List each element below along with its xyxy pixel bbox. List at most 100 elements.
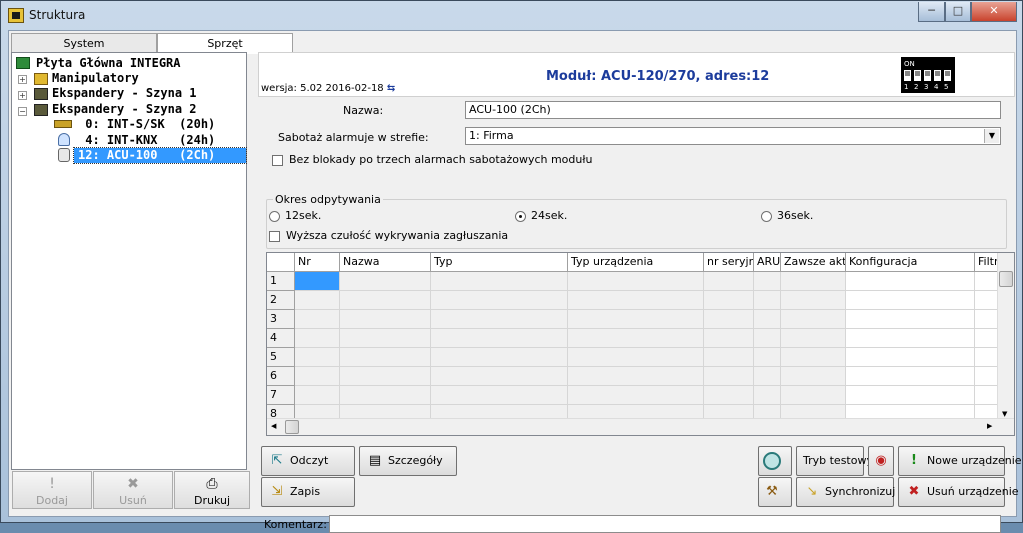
table-cell[interactable]: [975, 367, 999, 386]
table-cell[interactable]: [781, 310, 846, 329]
radio-selected[interactable]: [515, 210, 526, 222]
column-header[interactable]: Zawsze akt.: [781, 253, 846, 272]
table-cell[interactable]: [295, 367, 340, 386]
table-cell[interactable]: [975, 348, 999, 367]
horizontal-scrollbar[interactable]: ◀ ▶: [267, 418, 1014, 435]
table-cell[interactable]: [846, 386, 975, 405]
table-cell[interactable]: [431, 291, 568, 310]
structure-tree[interactable]: Płyta Główna INTEGRA + Manipulatory + Ek…: [11, 52, 247, 470]
table-cell[interactable]: [704, 367, 754, 386]
scroll-left-icon[interactable]: ◀: [271, 422, 276, 430]
table-cell[interactable]: [704, 348, 754, 367]
table-cell[interactable]: [975, 386, 999, 405]
column-header[interactable]: Filtr: [975, 253, 999, 272]
table-cell[interactable]: [568, 386, 704, 405]
table-cell[interactable]: [781, 386, 846, 405]
table-cell[interactable]: [781, 291, 846, 310]
table-cell[interactable]: [568, 272, 704, 291]
tree-item-bus1[interactable]: Ekspandery - Szyna 1: [52, 86, 197, 101]
table-cell[interactable]: [846, 291, 975, 310]
table-cell[interactable]: [754, 386, 781, 405]
table-cell[interactable]: [340, 329, 431, 348]
table-cell[interactable]: [754, 272, 781, 291]
tree-item-acu100[interactable]: 12: ACU-100 (2Ch): [73, 147, 247, 164]
radio[interactable]: [761, 210, 772, 222]
row-header[interactable]: 2: [267, 291, 295, 310]
table-cell[interactable]: [975, 272, 999, 291]
name-input[interactable]: ACU-100 (2Ch): [465, 101, 1001, 119]
table-cell[interactable]: [431, 329, 568, 348]
tab-hardware[interactable]: Sprzęt: [157, 33, 293, 54]
table-cell[interactable]: [846, 310, 975, 329]
table-cell[interactable]: [846, 329, 975, 348]
radio[interactable]: [269, 210, 280, 222]
table-cell[interactable]: [568, 291, 704, 310]
table-cell[interactable]: [754, 329, 781, 348]
table-cell[interactable]: [295, 272, 340, 291]
table-cell[interactable]: [431, 367, 568, 386]
expand-icon[interactable]: +: [18, 75, 27, 84]
table-cell[interactable]: [846, 367, 975, 386]
expand-icon[interactable]: +: [18, 91, 27, 100]
column-header[interactable]: nr seryjny: [704, 253, 754, 272]
signal-button[interactable]: ◉: [868, 446, 894, 476]
table-cell[interactable]: [431, 272, 568, 291]
table-cell[interactable]: [704, 386, 754, 405]
table-cell[interactable]: [431, 386, 568, 405]
write-button[interactable]: ⇲ Zapis: [261, 477, 355, 507]
remove-device-button[interactable]: ✖ Usuń urządzenie: [898, 477, 1019, 507]
comment-input[interactable]: [329, 515, 1001, 533]
tree-item-keypads[interactable]: Manipulatory: [52, 71, 139, 86]
close-button[interactable]: ✕: [971, 2, 1017, 22]
table-cell[interactable]: [568, 310, 704, 329]
collapse-icon[interactable]: −: [18, 107, 27, 116]
column-header[interactable]: Nazwa: [340, 253, 431, 272]
no-block-checkbox[interactable]: Bez blokady po trzech alarmach sabotażow…: [272, 153, 592, 166]
table-cell[interactable]: [340, 310, 431, 329]
tree-item-int-s[interactable]: 0: INT-S/SK (20h): [78, 117, 215, 132]
add-button[interactable]: ! Dodaj: [12, 471, 92, 509]
poll-option-12[interactable]: 12sek.: [269, 209, 321, 222]
scroll-thumb[interactable]: [285, 420, 299, 434]
table-cell[interactable]: [975, 310, 999, 329]
tree-root[interactable]: Płyta Główna INTEGRA: [36, 56, 181, 71]
row-header[interactable]: 1: [267, 272, 295, 291]
row-header[interactable]: 6: [267, 367, 295, 386]
table-cell[interactable]: [295, 291, 340, 310]
scroll-thumb[interactable]: [999, 271, 1013, 287]
table-cell[interactable]: [568, 348, 704, 367]
table-cell[interactable]: [295, 386, 340, 405]
table-cell[interactable]: [781, 367, 846, 386]
table-cell[interactable]: [704, 272, 754, 291]
vertical-scrollbar[interactable]: ▼: [997, 253, 1014, 419]
table-cell[interactable]: [975, 291, 999, 310]
dropdown-arrow-icon[interactable]: ▼: [984, 129, 999, 143]
tree-item-int-knx[interactable]: 4: INT-KNX (24h): [78, 133, 215, 148]
tools-button[interactable]: ⚒: [758, 477, 792, 507]
table-cell[interactable]: [568, 367, 704, 386]
table-cell[interactable]: [431, 348, 568, 367]
tree-item-bus2[interactable]: Ekspandery - Szyna 2: [52, 102, 197, 117]
remove-button[interactable]: ✖ Usuń: [93, 471, 173, 509]
table-cell[interactable]: [340, 291, 431, 310]
new-device-button[interactable]: ! Nowe urządzenie: [898, 446, 1022, 476]
table-cell[interactable]: [295, 348, 340, 367]
details-button[interactable]: ▤ Szczegóły: [359, 446, 457, 476]
table-cell[interactable]: [340, 367, 431, 386]
row-header[interactable]: 5: [267, 348, 295, 367]
test-mode-button[interactable]: Tryb testowy: [796, 446, 873, 476]
table-cell[interactable]: [340, 386, 431, 405]
tab-system[interactable]: System: [11, 33, 157, 53]
maximize-button[interactable]: □: [945, 2, 971, 22]
print-button[interactable]: ⎙ Drukuj: [174, 471, 250, 509]
table-cell[interactable]: [568, 329, 704, 348]
column-header[interactable]: Typ: [431, 253, 568, 272]
table-cell[interactable]: [846, 348, 975, 367]
table-cell[interactable]: [704, 291, 754, 310]
devices-table[interactable]: Nr Nazwa Typ Typ urządzenia nr seryjny A…: [266, 252, 1015, 436]
table-cell[interactable]: [754, 367, 781, 386]
column-header[interactable]: Konfiguracja: [846, 253, 975, 272]
refresh-icon[interactable]: ⇆: [387, 83, 395, 94]
table-cell[interactable]: [295, 310, 340, 329]
checkbox[interactable]: [269, 230, 280, 242]
